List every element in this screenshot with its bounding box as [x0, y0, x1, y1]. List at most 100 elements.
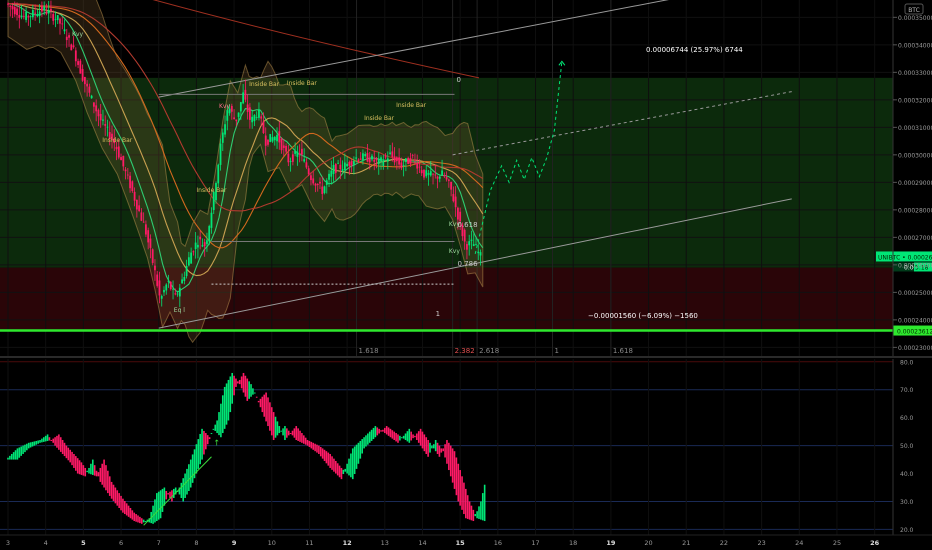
indicator-bar — [331, 456, 333, 470]
indicator-bar — [191, 454, 194, 483]
indicator-bar — [376, 427, 379, 436]
candle-body — [477, 251, 480, 254]
indicator-bar — [238, 379, 241, 385]
candle-body — [278, 131, 281, 143]
indicator-bar — [122, 498, 124, 513]
indicator-bar — [18, 447, 21, 458]
indicator-bar — [103, 459, 105, 488]
indicator-bar — [223, 386, 226, 429]
candle-body — [382, 161, 385, 167]
candle-body — [190, 252, 193, 264]
indicator-bar — [274, 416, 277, 438]
indicator-bar — [351, 448, 354, 480]
candle-body — [212, 191, 215, 211]
indicator-bar — [472, 509, 475, 522]
price-tick-label: 0.00023000 — [898, 345, 932, 352]
indicator-arrow-annotation: ↑ — [213, 439, 220, 448]
candle-body — [45, 11, 48, 14]
candle-body — [210, 212, 213, 228]
pattern-annotation: Kvy — [72, 31, 83, 38]
indicator-bar — [378, 428, 380, 434]
indicator-bar — [199, 433, 201, 465]
indicator-bar — [154, 499, 156, 523]
indicator-bar — [329, 453, 331, 468]
indicator-bar — [336, 463, 339, 476]
indicator-bar — [165, 491, 168, 500]
candle-body — [242, 92, 245, 104]
indicator-bar — [259, 398, 262, 408]
time-tick-label: 26 — [870, 539, 880, 547]
candle-body — [447, 179, 450, 181]
candle-body — [429, 171, 432, 176]
pattern-annotation: Eq l — [174, 307, 186, 314]
indicator-bar — [272, 412, 275, 441]
indicator-bar — [137, 515, 139, 523]
indicator-bar — [340, 467, 343, 480]
candle-body — [384, 156, 387, 158]
indicator-bar — [221, 395, 224, 434]
candle-body — [348, 161, 351, 166]
indicator-bar — [393, 431, 396, 441]
candle-body — [443, 175, 446, 177]
indicator-bar — [227, 379, 230, 421]
candle-body — [307, 168, 310, 175]
indicator-bar — [333, 458, 335, 472]
candle-body — [11, 6, 14, 10]
indicator-bar — [419, 428, 422, 446]
candle-body — [377, 158, 380, 165]
candle-body — [441, 170, 443, 176]
candle-body — [341, 169, 344, 171]
candle-body — [393, 156, 396, 163]
indicator-bar — [406, 431, 409, 442]
candle-body — [43, 6, 46, 11]
indicator-bar — [374, 426, 377, 438]
price-tick-label: 0.00027000 — [898, 235, 932, 242]
candle-body — [479, 252, 482, 256]
candle-body — [68, 35, 70, 38]
indicator-bar — [444, 444, 446, 458]
indicator-bar — [78, 460, 81, 475]
candle-body — [25, 11, 27, 20]
candle-body — [380, 157, 382, 162]
candle-body — [264, 135, 267, 146]
indicator-bar — [101, 463, 103, 485]
candle-body — [158, 280, 161, 296]
indicator-bar — [210, 433, 213, 435]
indicator-bar — [363, 437, 365, 449]
candle-body — [319, 181, 321, 184]
candle-body — [325, 180, 328, 185]
indicator-bar — [95, 470, 98, 477]
indicator-bar — [108, 476, 111, 496]
candle-body — [187, 257, 190, 266]
indicator-bar — [342, 469, 345, 475]
pattern-annotation: Inside Bar — [396, 102, 427, 109]
indicator-bar — [75, 456, 77, 471]
indicator-bar — [359, 440, 362, 459]
indicator-bar — [216, 420, 218, 434]
candle-body — [280, 138, 283, 151]
candle-body — [221, 132, 224, 143]
indicator-bar — [440, 448, 443, 453]
candle-body — [74, 50, 77, 62]
candle-body — [330, 170, 333, 177]
indicator-bar — [93, 465, 96, 476]
price-tick-label: 0.00032000 — [898, 97, 932, 104]
candle-body — [303, 159, 306, 162]
indicator-bar — [12, 452, 15, 460]
fib-label-0618: 0.618 — [458, 221, 478, 229]
candle-body — [115, 146, 118, 150]
candle-body — [239, 102, 242, 112]
indicator-bar — [284, 426, 286, 441]
time-tick-label: 20 — [644, 539, 652, 547]
indicator-bar — [41, 438, 43, 443]
candle-body — [135, 199, 138, 210]
indicator-bar — [387, 427, 390, 436]
indicator-bar — [50, 440, 53, 442]
pattern-annotation: Inside Bar — [364, 115, 395, 122]
indicator-bar — [133, 512, 136, 522]
time-tick-label: 21 — [682, 539, 690, 547]
indicator-bar — [235, 378, 237, 387]
candle-body — [454, 196, 457, 208]
currency-badge-label: BTC — [908, 7, 920, 14]
indicator-bar — [449, 445, 452, 477]
